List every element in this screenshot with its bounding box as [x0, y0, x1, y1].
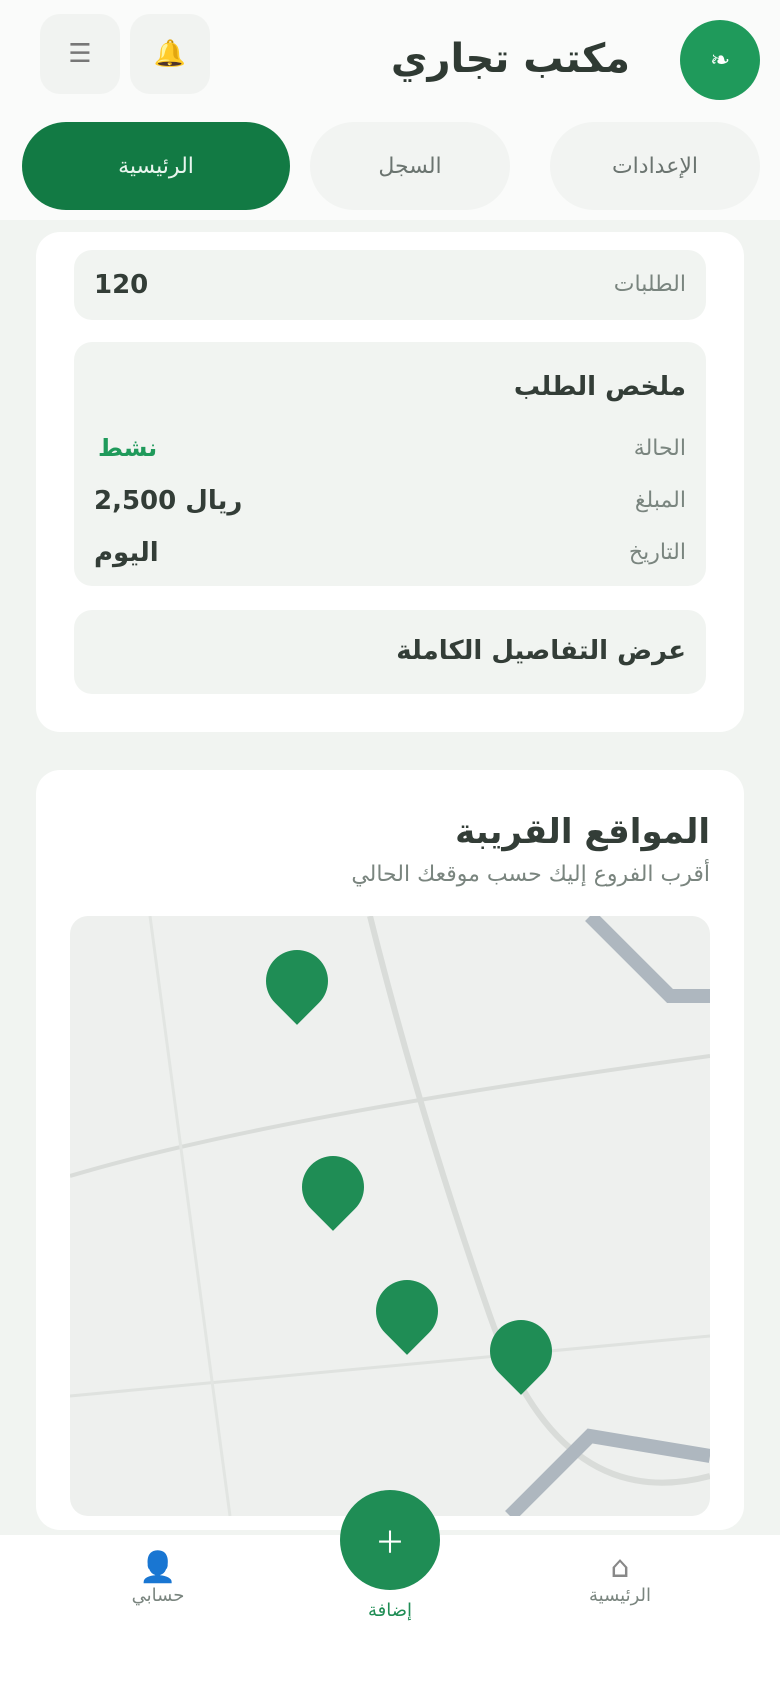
tab-history[interactable]: السجل	[310, 122, 510, 210]
tab-settings[interactable]: الإعدادات	[550, 122, 760, 210]
map-view[interactable]	[70, 916, 710, 1516]
menu-icon: ☰	[68, 39, 92, 69]
summary-top-row[interactable]: 120 الطلبات	[74, 250, 706, 320]
bell-icon: 🔔	[153, 39, 187, 69]
home-icon: ⌂	[610, 1550, 630, 1585]
summary-details: ملخص الطلب الحالة نشط المبلغ 2,500 ريال …	[74, 342, 706, 586]
amount-value: 2,500 ريال	[94, 486, 243, 516]
plus-icon: ＋	[375, 1526, 405, 1561]
summary-section-title: ملخص الطلب	[513, 372, 686, 402]
nav-home[interactable]: ⌂ الرئيسية	[580, 1550, 660, 1606]
menu-button[interactable]: ☰	[40, 14, 120, 94]
add-label: إضافة	[367, 1600, 413, 1621]
date-label: التاريخ	[628, 540, 686, 565]
app-title: مكتب تجاري	[390, 36, 630, 82]
nav-home-label: الرئيسية	[589, 1585, 651, 1606]
date-value: اليوم	[94, 538, 159, 568]
summary-top-label: الطلبات	[613, 272, 686, 297]
nav-profile[interactable]: 👤 حسابي	[118, 1550, 198, 1606]
status-badge: نشط	[98, 434, 158, 462]
logo-avatar[interactable]: ❧	[680, 20, 760, 100]
amount-label: المبلغ	[634, 488, 686, 513]
status-label: الحالة	[633, 436, 686, 461]
map-section-subtitle: أقرب الفروع إليك حسب موقعك الحالي	[351, 862, 710, 887]
notifications-button[interactable]: 🔔	[130, 14, 210, 94]
map-roads	[70, 916, 710, 1516]
add-button[interactable]: ＋	[340, 1490, 440, 1590]
map-section-title: المواقع القريبة	[455, 812, 710, 852]
user-icon: 👤	[139, 1550, 177, 1585]
details-link[interactable]: عرض التفاصيل الكاملة	[396, 636, 686, 666]
tab-home[interactable]: الرئيسية	[22, 122, 290, 210]
summary-top-value: 120	[94, 270, 149, 300]
nav-profile-label: حسابي	[131, 1585, 185, 1606]
leaf-icon: ❧	[709, 46, 731, 74]
details-link-row[interactable]: عرض التفاصيل الكاملة	[74, 610, 706, 694]
